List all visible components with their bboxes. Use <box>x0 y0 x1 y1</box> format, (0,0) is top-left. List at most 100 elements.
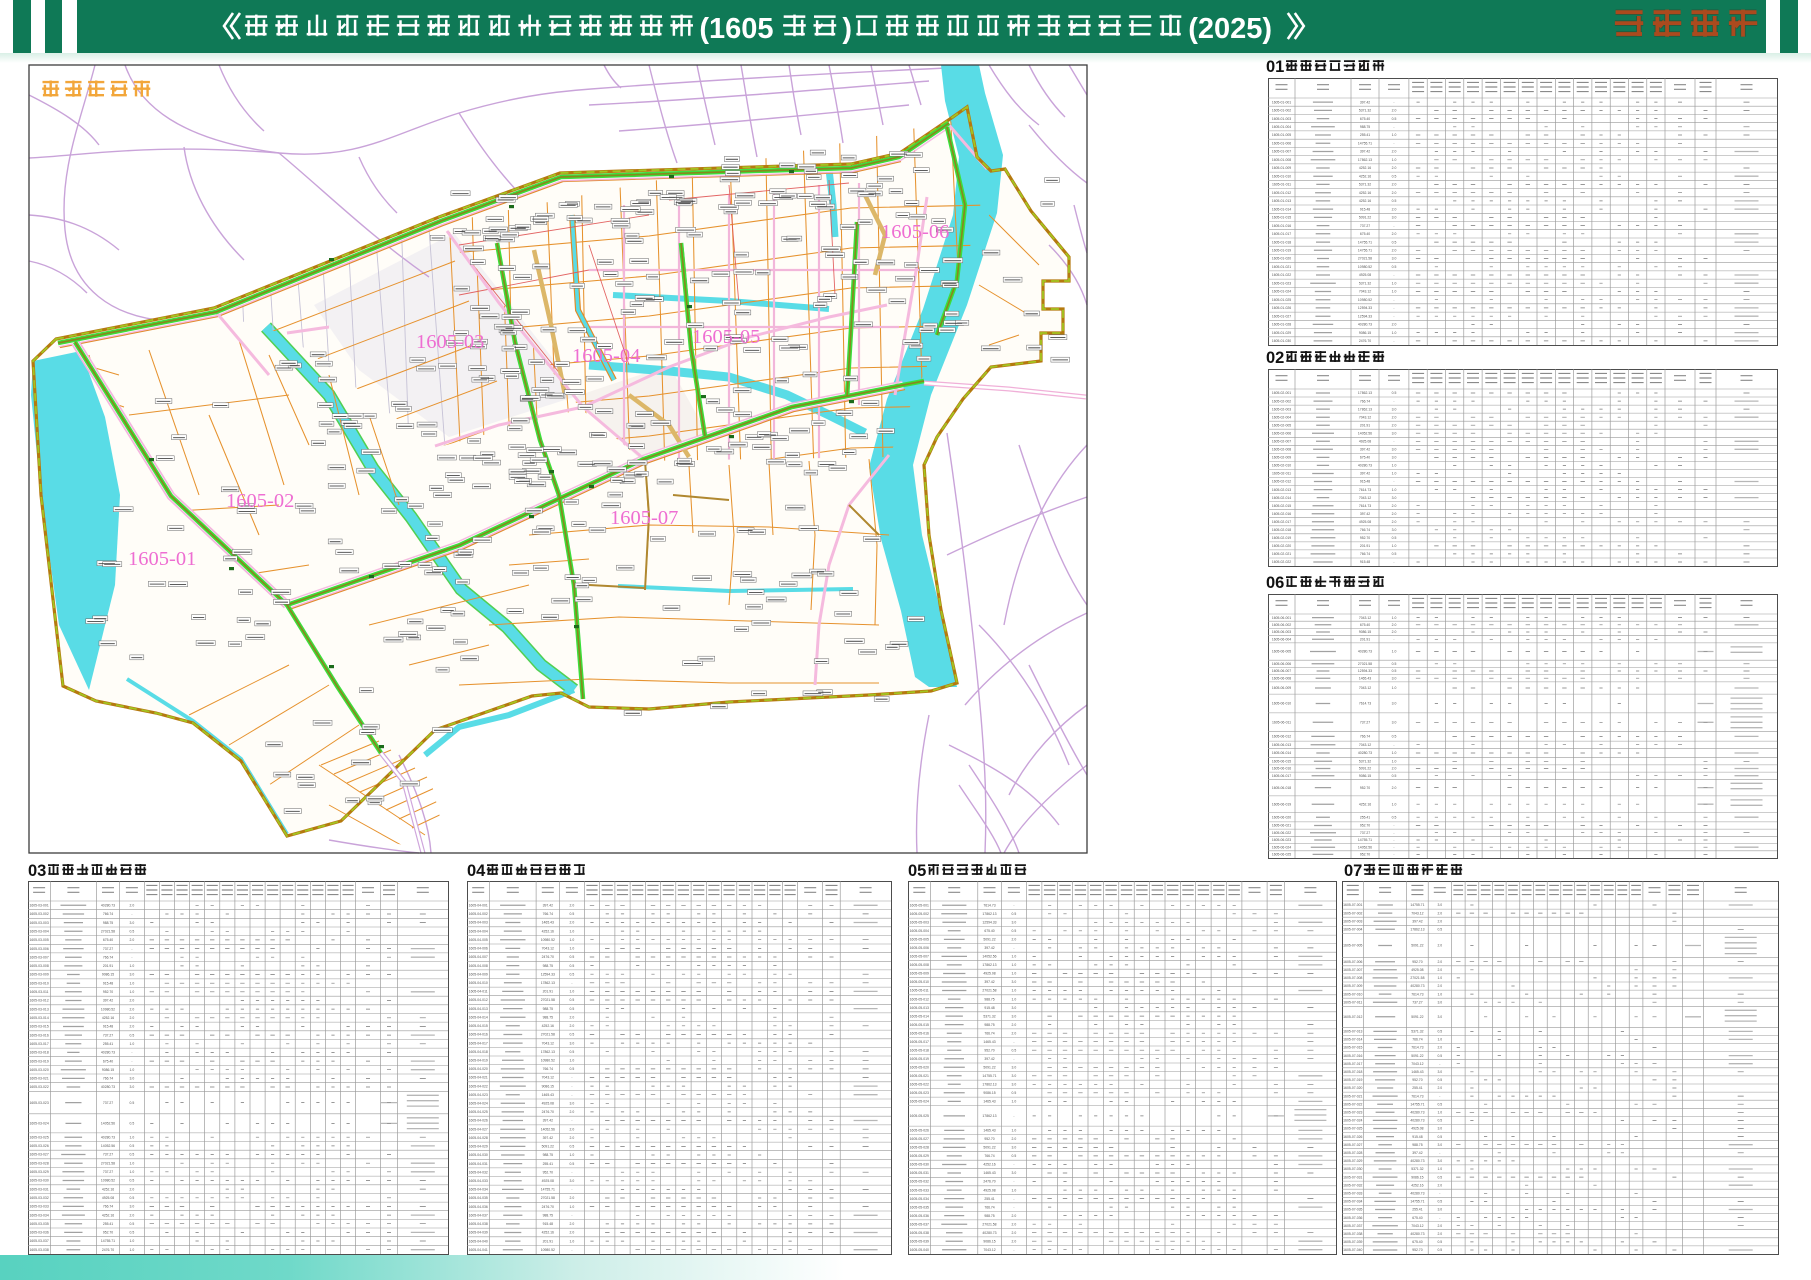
svg-text:-: - <box>1439 1151 1440 1155</box>
svg-text:3.0: 3.0 <box>1437 1143 1442 1147</box>
svg-text:1605-07-029: 1605-07-029 <box>1343 1159 1362 1163</box>
svg-text:2.0: 2.0 <box>1392 166 1397 170</box>
svg-text:-: - <box>1393 743 1394 747</box>
svg-text:0.5: 0.5 <box>570 1007 575 1011</box>
svg-text:397.42: 397.42 <box>1360 448 1370 452</box>
svg-text:0.5: 0.5 <box>1012 1154 1017 1158</box>
svg-text:1.0: 1.0 <box>1392 488 1397 492</box>
svg-text:1605-05-014: 1605-05-014 <box>910 1014 929 1018</box>
svg-text:1605-04-036: 1605-04-036 <box>469 1205 488 1209</box>
svg-text:675.40: 675.40 <box>103 1059 113 1063</box>
svg-text:5371.32: 5371.32 <box>1359 183 1371 187</box>
svg-text:2.0: 2.0 <box>570 1024 575 1028</box>
svg-text:3.0: 3.0 <box>1392 216 1397 220</box>
svg-text:2.0: 2.0 <box>1392 423 1397 427</box>
svg-text:1605-04-007: 1605-04-007 <box>469 955 488 959</box>
svg-text:1605-06-003: 1605-06-003 <box>1272 630 1291 634</box>
svg-text:40280.73: 40280.73 <box>982 1231 996 1235</box>
svg-text:1.0: 1.0 <box>1437 992 1442 996</box>
svg-text:40280.73: 40280.73 <box>101 1135 115 1139</box>
svg-text:14052.56: 14052.56 <box>982 955 996 959</box>
svg-text:7614.73: 7614.73 <box>1359 504 1371 508</box>
svg-text:1605-03-008: 1605-03-008 <box>29 964 48 968</box>
svg-text:2.0: 2.0 <box>1437 968 1442 972</box>
svg-text:4252.16: 4252.16 <box>542 1231 554 1235</box>
svg-text:1605-05-007: 1605-05-007 <box>910 955 929 959</box>
svg-text:1605-06-012: 1605-06-012 <box>1272 735 1291 739</box>
svg-text:1.0: 1.0 <box>130 1135 135 1139</box>
svg-text:1605-06-013: 1605-06-013 <box>1272 743 1291 747</box>
svg-text:9086.15: 9086.15 <box>1411 1175 1423 1179</box>
svg-text:10980.52: 10980.52 <box>101 1007 115 1011</box>
svg-text:1605-04-029: 1605-04-029 <box>469 1145 488 1149</box>
svg-text:5371.32: 5371.32 <box>1359 109 1371 113</box>
svg-text:0.5: 0.5 <box>130 1179 135 1183</box>
svg-text:0.5: 0.5 <box>570 1033 575 1037</box>
svg-text:1605-05-037: 1605-05-037 <box>910 1222 929 1226</box>
svg-text:2.0: 2.0 <box>570 1231 575 1235</box>
svg-text:1605-03: 1605-03 <box>416 331 484 353</box>
svg-text:10980.52: 10980.52 <box>1358 265 1372 269</box>
svg-text:5091.22: 5091.22 <box>1359 216 1371 220</box>
svg-text:40280.73: 40280.73 <box>1358 650 1372 654</box>
svg-text:1605-04-026: 1605-04-026 <box>469 1119 488 1123</box>
svg-text:1605-04-021: 1605-04-021 <box>469 1076 488 1080</box>
svg-text:1605-01-011: 1605-01-011 <box>1272 183 1291 187</box>
svg-text:2476.70: 2476.70 <box>542 1110 554 1114</box>
svg-text:2.0: 2.0 <box>130 1007 135 1011</box>
svg-text:1605-03-026: 1605-03-026 <box>29 1144 48 1148</box>
svg-text:1605-03-036: 1605-03-036 <box>29 1231 48 1235</box>
svg-text:1605-05-023: 1605-05-023 <box>910 1091 929 1095</box>
svg-text:10980.52: 10980.52 <box>541 1248 555 1252</box>
svg-text:2.0: 2.0 <box>1392 767 1397 771</box>
svg-text:5091.22: 5091.22 <box>1411 1015 1423 1019</box>
svg-text:1605-07-011: 1605-07-011 <box>1343 1000 1362 1004</box>
svg-text:2.0: 2.0 <box>1012 1137 1017 1141</box>
svg-text:1605-03-011: 1605-03-011 <box>30 990 49 994</box>
svg-text:397.42: 397.42 <box>543 1136 553 1140</box>
svg-text:1605-03-015: 1605-03-015 <box>29 1025 48 1029</box>
svg-text:1.0: 1.0 <box>1392 331 1397 335</box>
svg-text:4252.16: 4252.16 <box>1359 174 1371 178</box>
svg-text:-: - <box>1393 440 1394 444</box>
svg-text:1.0: 1.0 <box>570 990 575 994</box>
svg-text:1605-05-002: 1605-05-002 <box>910 912 929 916</box>
svg-text:675.40: 675.40 <box>1360 623 1370 627</box>
svg-text:1605-03-009: 1605-03-009 <box>29 973 48 977</box>
svg-text:4925.08: 4925.08 <box>1411 968 1423 972</box>
svg-text:-: - <box>1393 853 1394 857</box>
svg-text:201.91: 201.91 <box>1360 638 1370 642</box>
svg-text:766.74: 766.74 <box>984 1031 994 1035</box>
svg-text:1605-03-023: 1605-03-023 <box>29 1101 48 1105</box>
svg-text:1605-05-005: 1605-05-005 <box>910 938 929 942</box>
svg-text:1605-07-007: 1605-07-007 <box>1343 968 1362 972</box>
svg-text:5091.22: 5091.22 <box>1359 767 1371 771</box>
svg-text:1605-04-020: 1605-04-020 <box>469 1067 488 1071</box>
svg-text:3.0: 3.0 <box>1012 1066 1017 1070</box>
svg-text:1605-01-009: 1605-01-009 <box>1272 166 1291 170</box>
svg-text:1605-06-002: 1605-06-002 <box>1272 623 1291 627</box>
svg-text:-: - <box>1393 638 1394 642</box>
svg-text:766.74: 766.74 <box>543 912 553 916</box>
svg-text:4252.16: 4252.16 <box>102 1187 114 1191</box>
svg-text:0.5: 0.5 <box>130 1144 135 1148</box>
svg-text:3.0: 3.0 <box>1012 1006 1017 1010</box>
svg-text:1.0: 1.0 <box>1392 158 1397 162</box>
svg-text:1605-04-024: 1605-04-024 <box>469 1102 488 1106</box>
svg-text:02: 02 <box>1266 349 1284 367</box>
svg-text:1605-06-022: 1605-06-022 <box>1272 831 1291 835</box>
svg-text:0.5: 0.5 <box>1437 1240 1442 1244</box>
svg-text:0.5: 0.5 <box>1392 669 1397 673</box>
svg-text:1605-05-022: 1605-05-022 <box>910 1083 929 1087</box>
svg-text:675.40: 675.40 <box>1412 1216 1422 1220</box>
svg-text:2.0: 2.0 <box>1437 1224 1442 1228</box>
svg-text:4925.08: 4925.08 <box>542 1179 554 1183</box>
svg-text:2.0: 2.0 <box>1392 207 1397 211</box>
svg-text:14052.56: 14052.56 <box>1358 432 1372 436</box>
svg-text:2.0: 2.0 <box>1392 150 1397 154</box>
svg-text:1605-04-004: 1605-04-004 <box>469 929 488 933</box>
svg-text:1.0: 1.0 <box>130 981 135 985</box>
svg-text:17862.13: 17862.13 <box>982 912 996 916</box>
svg-text:1.0: 1.0 <box>570 1239 575 1243</box>
svg-text:1605-03-017: 1605-03-017 <box>29 1042 48 1046</box>
